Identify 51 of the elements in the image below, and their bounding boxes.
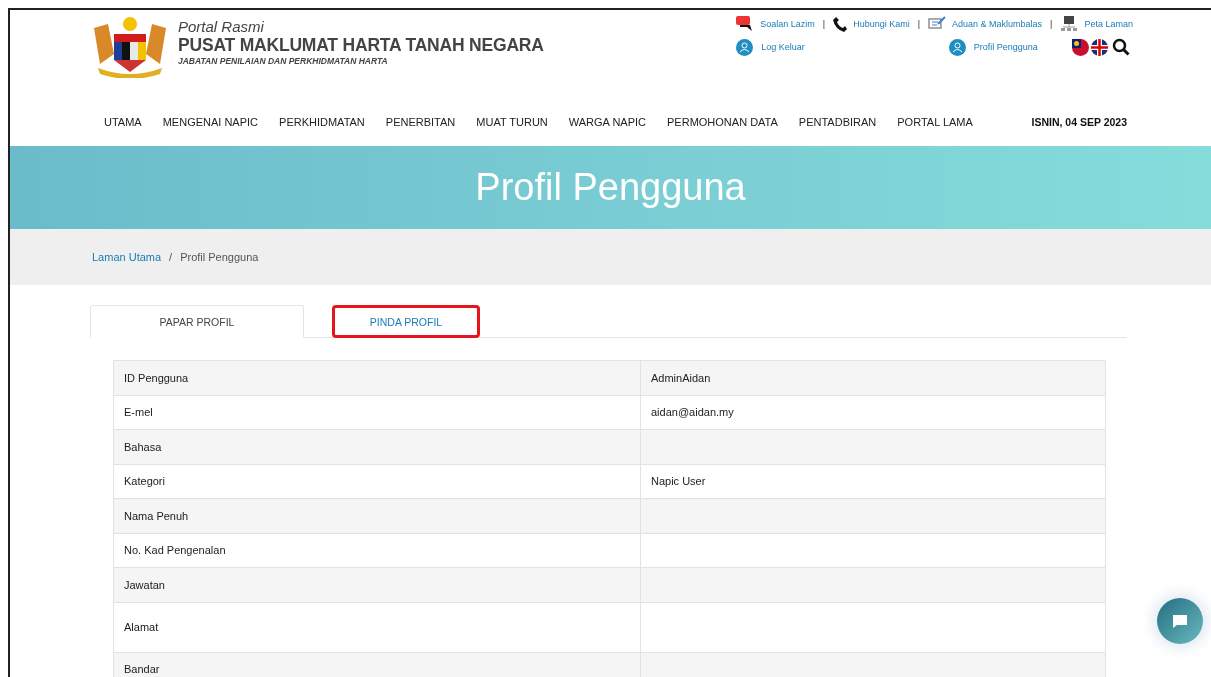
sitemap-icon bbox=[1060, 16, 1079, 32]
breadcrumb-item[interactable]: Laman Utama bbox=[92, 251, 162, 263]
separator: | bbox=[1050, 19, 1053, 29]
nav-item[interactable]: PERKHIDMATAN bbox=[279, 116, 365, 128]
portal-subtitle: Portal Rasmi bbox=[178, 18, 265, 35]
nav-item[interactable]: WARGA NAPIC bbox=[568, 116, 646, 128]
field-value: AdminAidan bbox=[640, 361, 1105, 395]
nav-item[interactable]: PENERBITAN bbox=[385, 116, 456, 128]
logout-link[interactable]: Log Keluar bbox=[761, 42, 805, 52]
faq-bubble-icon bbox=[736, 16, 755, 32]
chat-button[interactable] bbox=[1157, 598, 1203, 644]
nav-item[interactable]: PENTADBIRAN bbox=[798, 116, 877, 128]
nav-item[interactable]: PERMOHONAN DATA bbox=[667, 116, 778, 128]
nav-item[interactable]: PORTAL LAMA bbox=[897, 116, 973, 128]
search-icon[interactable] bbox=[1111, 38, 1130, 56]
top-link[interactable]: Aduan & Maklumbalas bbox=[952, 19, 1043, 29]
uk-flag-icon[interactable] bbox=[1090, 38, 1108, 56]
phone-icon bbox=[833, 16, 848, 32]
current-date: ISNIN, 04 SEP 2023 bbox=[1031, 116, 1127, 128]
top-link[interactable]: Hubungi Kami bbox=[853, 19, 910, 29]
chat-bubble-icon bbox=[1172, 613, 1188, 629]
nav-item[interactable]: MENGENAI NAPIC bbox=[162, 116, 259, 128]
field-label: E-mel bbox=[123, 405, 154, 421]
field-label: Bahasa bbox=[123, 439, 163, 455]
field-label: Kategori bbox=[123, 474, 166, 490]
field-label: No. Kad Pengenalan bbox=[123, 543, 227, 559]
field-label: Jawatan bbox=[123, 577, 166, 593]
separator: | bbox=[917, 19, 921, 29]
field-label: Nama Penuh bbox=[123, 508, 190, 524]
separator: | bbox=[822, 19, 826, 29]
nav-item[interactable]: MUAT TURUN bbox=[476, 116, 548, 128]
field-label: Bandar bbox=[123, 662, 161, 677]
breadcrumb-separator: / bbox=[169, 251, 173, 263]
field-value: Napic User bbox=[640, 464, 1105, 498]
profile-tab[interactable]: PINDA PROFIL bbox=[332, 305, 480, 338]
department-name: JABATAN PENILAIAN DAN PERKHIDMATAN HARTA bbox=[178, 56, 389, 66]
profile-tab[interactable]: PAPAR PROFIL bbox=[90, 305, 304, 338]
field-label: ID Pengguna bbox=[123, 370, 190, 386]
user-icon bbox=[948, 38, 966, 56]
top-link[interactable]: Soalan Lazim bbox=[760, 19, 815, 29]
top-link[interactable]: Peta Laman bbox=[1084, 19, 1133, 29]
breadcrumb-item: Profil Pengguna bbox=[180, 251, 259, 263]
field-label: Alamat bbox=[123, 620, 160, 635]
nav-item[interactable]: UTAMA bbox=[104, 116, 142, 128]
page-title: Profil Pengguna bbox=[475, 166, 746, 209]
user-icon bbox=[736, 38, 754, 56]
profile-link[interactable]: Profil Pengguna bbox=[973, 42, 1038, 52]
malaysia-flag-icon[interactable] bbox=[1071, 38, 1089, 56]
site-title: PUSAT MAKLUMAT HARTA TANAH NEGARA bbox=[178, 35, 544, 56]
feedback-icon bbox=[928, 16, 947, 32]
field-value: aidan@aidan.my bbox=[640, 395, 1105, 429]
